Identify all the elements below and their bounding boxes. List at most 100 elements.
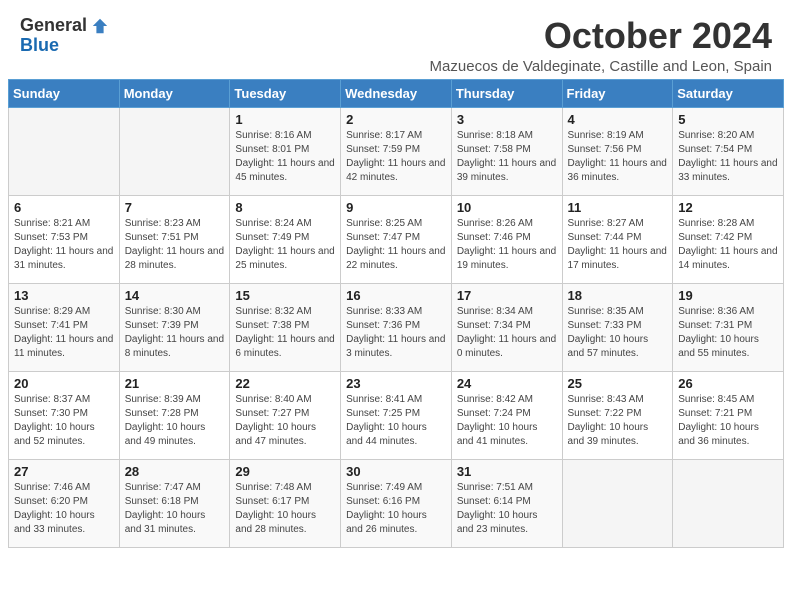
day-number: 13	[14, 288, 114, 303]
calendar-cell: 29Sunrise: 7:48 AMSunset: 6:17 PMDayligh…	[230, 459, 341, 547]
day-number: 22	[235, 376, 335, 391]
day-detail: Sunrise: 8:29 AMSunset: 7:41 PMDaylight:…	[14, 305, 114, 361]
calendar-cell	[9, 107, 120, 195]
calendar-cell: 17 Sunrise: 8:34 AMSunset: 7:34 PMDayligh…	[451, 283, 562, 371]
day-number: 17	[457, 288, 557, 303]
calendar-cell: 13 Sunrise: 8:29 AMSunset: 7:41 PMDayligh…	[9, 283, 120, 371]
day-number: 24	[457, 376, 557, 391]
day-number: 18	[568, 288, 668, 303]
day-number: 16	[346, 288, 446, 303]
calendar-header: SundayMondayTuesdayWednesdayThursdayFrid…	[9, 79, 784, 107]
day-detail: Sunrise: 8:23 AMSunset: 7:51 PMDaylight:…	[125, 217, 225, 273]
logo-general-text: General	[20, 16, 87, 36]
day-number: 26	[678, 376, 778, 391]
calendar-week-row: 27 Sunrise: 7:46 AMSunset: 6:20 PMDayligh…	[9, 459, 784, 547]
calendar-cell: 7Sunrise: 8:23 AMSunset: 7:51 PMDaylight…	[119, 195, 230, 283]
calendar-cell: 8 Sunrise: 8:24 AMSunset: 7:49 PMDaylight…	[230, 195, 341, 283]
day-detail: Sunrise: 8:32 AMSunset: 7:38 PMDaylight:…	[235, 305, 335, 361]
weekday-header: Sunday	[9, 79, 120, 107]
day-detail: Sunrise: 8:41 AMSunset: 7:25 PMDaylight:…	[346, 393, 446, 449]
calendar-week-row: 13 Sunrise: 8:29 AMSunset: 7:41 PMDayligh…	[9, 283, 784, 371]
day-number: 10	[457, 200, 557, 215]
header: General Blue October 2024 Mazuecos de Va…	[0, 0, 792, 79]
day-number: 21	[125, 376, 225, 391]
calendar-cell: 26 Sunrise: 8:45 AMSunset: 7:21 PMDayligh…	[673, 371, 784, 459]
day-detail: Sunrise: 8:36 AMSunset: 7:31 PMDaylight:…	[678, 305, 778, 361]
month-title: October 2024	[430, 16, 772, 56]
calendar-week-row: 1 Sunrise: 8:16 AMSunset: 8:01 PMDaylight…	[9, 107, 784, 195]
calendar-cell: 31Sunrise: 7:51 AMSunset: 6:14 PMDayligh…	[451, 459, 562, 547]
weekday-header: Wednesday	[341, 79, 452, 107]
day-detail: Sunrise: 8:26 AMSunset: 7:46 PMDaylight:…	[457, 217, 557, 273]
calendar-cell: 30Sunrise: 7:49 AMSunset: 6:16 PMDayligh…	[341, 459, 452, 547]
page-container: General Blue October 2024 Mazuecos de Va…	[0, 0, 792, 556]
day-detail: Sunrise: 7:47 AMSunset: 6:18 PMDaylight:…	[125, 481, 225, 537]
day-detail: Sunrise: 8:40 AMSunset: 7:27 PMDaylight:…	[235, 393, 335, 449]
day-detail: Sunrise: 8:27 AMSunset: 7:44 PMDaylight:…	[568, 217, 668, 273]
calendar-cell: 16 Sunrise: 8:33 AMSunset: 7:36 PMDayligh…	[341, 283, 452, 371]
logo-icon	[91, 17, 109, 35]
calendar-cell: 20Sunrise: 8:37 AMSunset: 7:30 PMDayligh…	[9, 371, 120, 459]
weekday-header: Monday	[119, 79, 230, 107]
logo: General Blue	[20, 16, 109, 56]
calendar-cell: 23 Sunrise: 8:41 AMSunset: 7:25 PMDayligh…	[341, 371, 452, 459]
day-number: 9	[346, 200, 446, 215]
weekday-header: Friday	[562, 79, 673, 107]
day-number: 1	[235, 112, 335, 127]
day-number: 2	[346, 112, 446, 127]
calendar-table: SundayMondayTuesdayWednesdayThursdayFrid…	[8, 79, 784, 548]
calendar-cell: 22 Sunrise: 8:40 AMSunset: 7:27 PMDayligh…	[230, 371, 341, 459]
calendar-cell: 5 Sunrise: 8:20 AMSunset: 7:54 PMDaylight…	[673, 107, 784, 195]
day-detail: Sunrise: 7:46 AMSunset: 6:20 PMDaylight:…	[14, 481, 114, 537]
day-detail: Sunrise: 8:37 AMSunset: 7:30 PMDaylight:…	[14, 393, 114, 449]
calendar-cell	[562, 459, 673, 547]
day-detail: Sunrise: 8:34 AMSunset: 7:34 PMDaylight:…	[457, 305, 557, 361]
weekday-header: Tuesday	[230, 79, 341, 107]
day-number: 8	[235, 200, 335, 215]
calendar-week-row: 6Sunrise: 8:21 AMSunset: 7:53 PMDaylight…	[9, 195, 784, 283]
day-detail: Sunrise: 8:21 AMSunset: 7:53 PMDaylight:…	[14, 217, 114, 273]
day-detail: Sunrise: 8:19 AMSunset: 7:56 PMDaylight:…	[568, 129, 668, 185]
day-detail: Sunrise: 8:35 AMSunset: 7:33 PMDaylight:…	[568, 305, 668, 361]
day-number: 12	[678, 200, 778, 215]
calendar-cell: 24 Sunrise: 8:42 AMSunset: 7:24 PMDayligh…	[451, 371, 562, 459]
day-number: 25	[568, 376, 668, 391]
calendar-cell: 11 Sunrise: 8:27 AMSunset: 7:44 PMDayligh…	[562, 195, 673, 283]
day-detail: Sunrise: 8:25 AMSunset: 7:47 PMDaylight:…	[346, 217, 446, 273]
day-number: 14	[125, 288, 225, 303]
calendar-wrapper: SundayMondayTuesdayWednesdayThursdayFrid…	[0, 79, 792, 556]
day-number: 23	[346, 376, 446, 391]
day-detail: Sunrise: 8:17 AMSunset: 7:59 PMDaylight:…	[346, 129, 446, 185]
day-number: 30	[346, 464, 446, 479]
calendar-cell: 21 Sunrise: 8:39 AMSunset: 7:28 PMDayligh…	[119, 371, 230, 459]
title-block: October 2024 Mazuecos de Valdeginate, Ca…	[430, 16, 772, 75]
day-number: 15	[235, 288, 335, 303]
calendar-body: 1 Sunrise: 8:16 AMSunset: 8:01 PMDaylight…	[9, 107, 784, 547]
calendar-cell: 25 Sunrise: 8:43 AMSunset: 7:22 PMDayligh…	[562, 371, 673, 459]
day-detail: Sunrise: 8:43 AMSunset: 7:22 PMDaylight:…	[568, 393, 668, 449]
calendar-cell: 1 Sunrise: 8:16 AMSunset: 8:01 PMDaylight…	[230, 107, 341, 195]
weekday-header: Saturday	[673, 79, 784, 107]
day-detail: Sunrise: 8:33 AMSunset: 7:36 PMDaylight:…	[346, 305, 446, 361]
calendar-cell: 9 Sunrise: 8:25 AMSunset: 7:47 PMDaylight…	[341, 195, 452, 283]
day-number: 27	[14, 464, 114, 479]
day-detail: Sunrise: 8:45 AMSunset: 7:21 PMDaylight:…	[678, 393, 778, 449]
weekday-header: Thursday	[451, 79, 562, 107]
day-number: 28	[125, 464, 225, 479]
calendar-cell: 19Sunrise: 8:36 AMSunset: 7:31 PMDayligh…	[673, 283, 784, 371]
day-detail: Sunrise: 8:18 AMSunset: 7:58 PMDaylight:…	[457, 129, 557, 185]
calendar-cell	[673, 459, 784, 547]
day-detail: Sunrise: 8:20 AMSunset: 7:54 PMDaylight:…	[678, 129, 778, 185]
day-number: 5	[678, 112, 778, 127]
calendar-cell: 6Sunrise: 8:21 AMSunset: 7:53 PMDaylight…	[9, 195, 120, 283]
day-detail: Sunrise: 8:16 AMSunset: 8:01 PMDaylight:…	[235, 129, 335, 185]
calendar-cell: 2 Sunrise: 8:17 AMSunset: 7:59 PMDaylight…	[341, 107, 452, 195]
day-detail: Sunrise: 8:24 AMSunset: 7:49 PMDaylight:…	[235, 217, 335, 273]
day-detail: Sunrise: 8:28 AMSunset: 7:42 PMDaylight:…	[678, 217, 778, 273]
calendar-cell: 12 Sunrise: 8:28 AMSunset: 7:42 PMDayligh…	[673, 195, 784, 283]
calendar-cell: 10 Sunrise: 8:26 AMSunset: 7:46 PMDayligh…	[451, 195, 562, 283]
day-number: 29	[235, 464, 335, 479]
day-detail: Sunrise: 8:39 AMSunset: 7:28 PMDaylight:…	[125, 393, 225, 449]
day-detail: Sunrise: 8:42 AMSunset: 7:24 PMDaylight:…	[457, 393, 557, 449]
day-number: 11	[568, 200, 668, 215]
